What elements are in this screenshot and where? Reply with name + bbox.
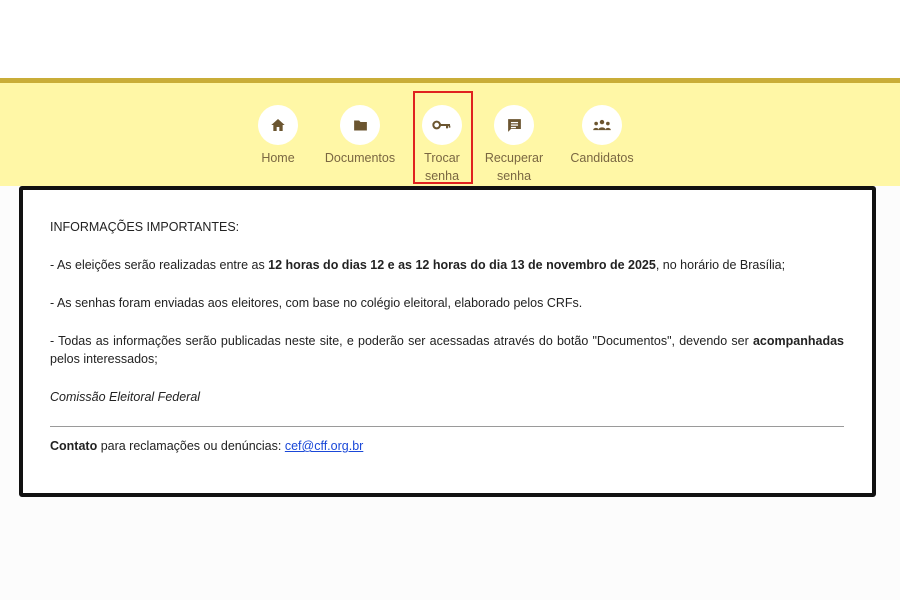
nav-item-home[interactable]: Home (258, 105, 298, 167)
nav-item-candidatos[interactable]: Candidatos (568, 105, 636, 167)
contact-line: Contato para reclamações ou denúncias: c… (50, 437, 844, 455)
nav-label-documentos: Documentos (324, 151, 396, 165)
nav-label-senha-2: senha (496, 169, 532, 183)
p1-suffix: , no horário de Brasília; (655, 258, 786, 272)
p3-prefix: - Todas as informações serão publicadas … (50, 334, 753, 348)
p3-suffix: pelos interessados; (50, 352, 158, 366)
top-blank-area (0, 0, 900, 78)
p2-text: - As senhas foram enviadas aos eleitores… (50, 296, 583, 310)
info-paragraph-elections: - As eleições serão realizadas entre as … (50, 256, 844, 274)
contact-text: para reclamações ou denúncias: (97, 439, 285, 453)
p1-bold: 12 horas do dias 12 e as 12 horas do dia… (268, 258, 656, 272)
nav-label-senha: senha (424, 169, 460, 183)
message-icon (494, 105, 534, 145)
folder-icon (340, 105, 380, 145)
nav-menu: Home Documentos Trocar senha Recuperar s… (0, 105, 900, 185)
key-icon (422, 105, 462, 145)
info-heading: INFORMAÇÕES IMPORTANTES: (50, 218, 844, 236)
contact-email-link[interactable]: cef@cff.org.br (285, 439, 363, 453)
navigation-bar: Home Documentos Trocar senha Recuperar s… (0, 78, 900, 186)
home-icon (258, 105, 298, 145)
divider (50, 426, 844, 427)
nav-item-trocar-senha[interactable]: Trocar senha (418, 105, 466, 185)
info-paragraph-passwords: - As senhas foram enviadas aos eleitores… (50, 294, 844, 312)
information-panel: INFORMAÇÕES IMPORTANTES: - As eleições s… (19, 186, 876, 497)
p1-prefix: - As eleições serão realizadas entre as (50, 258, 269, 272)
heading-text: INFORMAÇÕES IMPORTANTES: (50, 220, 240, 234)
nav-label-candidatos: Candidatos (570, 151, 634, 165)
p3-bold: acompanhadas (752, 334, 844, 348)
nav-label-trocar: Trocar (424, 151, 460, 165)
nav-item-recuperar-senha[interactable]: Recuperar senha (484, 105, 544, 185)
contact-label: Contato (50, 439, 98, 453)
nav-item-documentos[interactable]: Documentos (322, 105, 398, 167)
info-paragraph-documents: - Todas as informações serão publicadas … (50, 332, 844, 368)
nav-label-home: Home (261, 151, 295, 165)
signature: Comissão Eleitoral Federal (50, 390, 201, 404)
nav-label-recuperar: Recuperar (484, 151, 544, 165)
people-icon (582, 105, 622, 145)
